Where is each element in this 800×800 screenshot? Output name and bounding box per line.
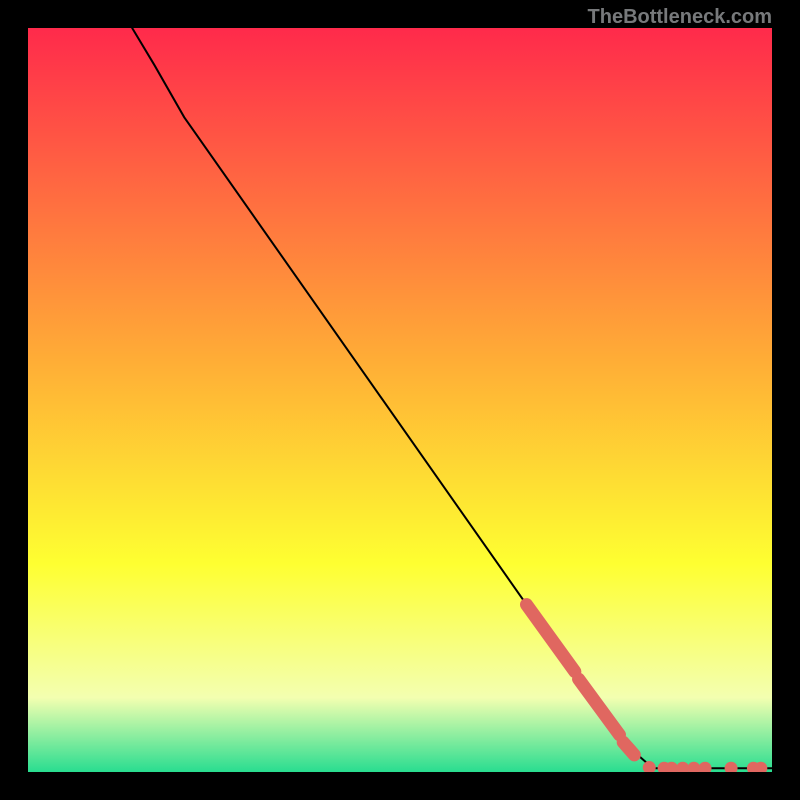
chart-plot-area — [28, 28, 772, 772]
gradient-background — [28, 28, 772, 772]
chart-svg — [28, 28, 772, 772]
attribution-text: TheBottleneck.com — [588, 6, 772, 29]
highlight-segment — [623, 742, 634, 755]
